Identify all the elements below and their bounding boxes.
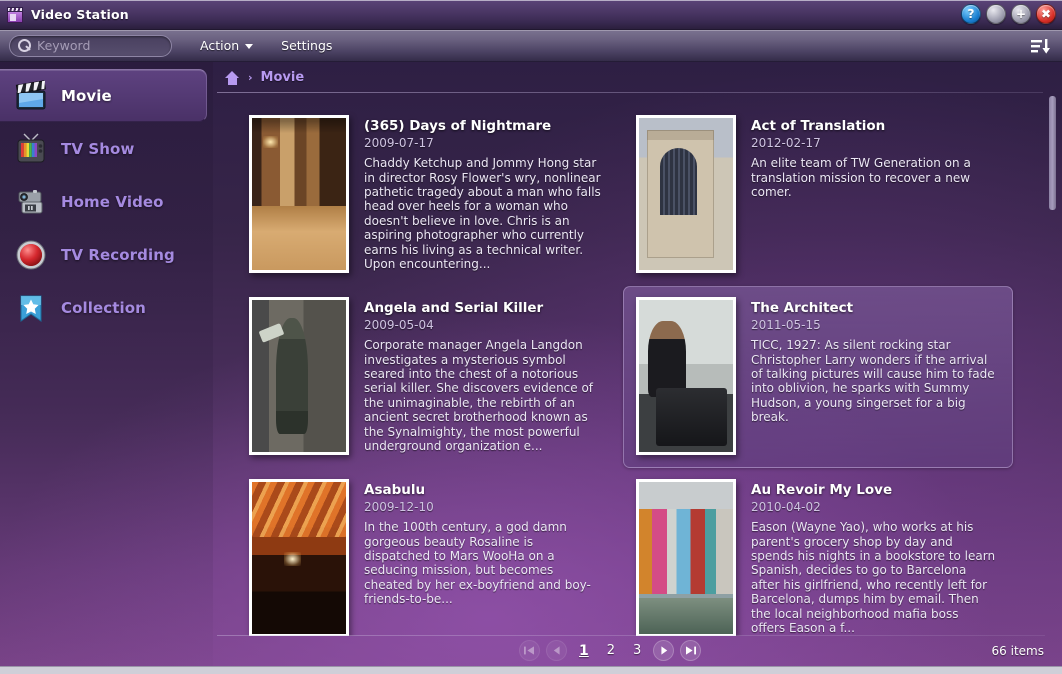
movie-description: Corporate manager Angela Langdon investi… [364,338,594,454]
movie-description: Chaddy Ketchup and Jommy Hong star in di… [364,156,601,272]
movie-card-selected[interactable]: The Architect 2011-05-15 TICC, 1927: As … [623,286,1013,468]
movie-date: 2010-04-02 [751,500,821,515]
search-box[interactable] [9,34,172,57]
page-number-2[interactable]: 2 [607,643,615,658]
movie-title: The Architect [751,300,854,316]
movie-description: An elite team of TW Generation on a tran… [751,156,971,199]
television-icon [14,132,48,166]
first-page-button[interactable] [519,640,540,661]
video-station-icon [6,6,24,24]
sort-descending-icon[interactable] [1028,35,1054,57]
record-button-icon [14,238,48,272]
movie-card[interactable]: Au Revoir My Love 2010-04-02 Eason (Wayn… [623,468,1013,636]
sidebar-item-movie[interactable]: Movie [0,69,207,122]
sidebar: Movie TV Show Home Video TV Recording Co… [0,62,213,666]
movie-card[interactable]: Angela and Serial Killer 2009-05-04 Corp… [236,286,613,468]
breadcrumb-current[interactable]: Movie [261,70,305,85]
movie-date: 2012-02-17 [751,136,821,151]
movie-description: TICC, 1927: As silent rocking star Chris… [751,338,995,425]
breadcrumb-separator: › [248,71,253,84]
movie-poster[interactable] [249,115,349,273]
window-title: Video Station [31,7,129,22]
toolbar: Action Settings [0,30,1062,62]
movie-card[interactable]: Act of Translation 2012-02-17 An elite t… [623,104,1013,286]
colorful-canal-houses-photo [639,482,733,634]
sidebar-item-label: TV Show [61,139,135,158]
movie-title: (365) Days of Nightmare [364,118,552,134]
breadcrumb: › Movie [213,62,1062,93]
movie-poster[interactable] [249,479,349,636]
video-station-window: Video Station ? + ✖ Action Settings [0,0,1062,674]
search-input[interactable] [37,38,157,53]
vertical-scrollbar[interactable] [1048,96,1056,632]
movie-title: Asabulu [364,482,426,498]
movie-poster[interactable] [636,115,736,273]
sidebar-item-collection[interactable]: Collection [0,281,213,334]
action-menu-label: Action [200,38,240,53]
clapperboard-icon [14,79,48,113]
home-icon[interactable] [225,70,240,85]
sidebar-item-tv-recording[interactable]: TV Recording [0,228,213,281]
sidebar-item-label: TV Recording [61,245,175,264]
settings-button[interactable]: Settings [267,30,346,62]
movie-date: 2009-05-04 [364,318,434,333]
main-body: Movie TV Show Home Video TV Recording Co… [0,62,1062,667]
sidebar-item-label: Collection [61,298,146,317]
previous-page-button[interactable] [546,640,567,661]
minimize-button[interactable] [986,4,1006,24]
movie-card[interactable]: Asabulu 2009-12-10 In the 100th century,… [236,468,613,636]
movie-poster[interactable] [636,479,736,636]
search-icon [18,39,31,52]
gothic-cathedral-photo [639,118,733,270]
movie-poster[interactable] [636,297,736,455]
close-button[interactable]: ✖ [1036,4,1056,24]
hotel-corridor-photo [252,118,346,270]
pagination-bar: 1 2 3 66 items [213,635,1062,666]
page-number-3[interactable]: 3 [633,643,641,658]
movie-description: Eason (Wayne Yao), who works at his pare… [751,520,996,636]
sidebar-item-home-video[interactable]: Home Video [0,175,213,228]
movie-date: 2011-05-15 [751,318,821,333]
movie-description: In the 100th century, a god damn gorgeou… [364,520,591,607]
camcorder-icon [14,185,48,219]
movie-grid: (365) Days of Nightmare 2009-07-17 Chadd… [213,93,1062,636]
sidebar-item-tv-show[interactable]: TV Show [0,122,213,175]
movie-card[interactable]: (365) Days of Nightmare 2009-07-17 Chadd… [236,104,613,286]
scrollbar-thumb[interactable] [1049,96,1056,210]
bookmark-star-icon [14,291,48,325]
chevron-down-icon [245,44,254,49]
window-controls: ? + ✖ [961,4,1056,24]
content-area: › Movie (365) Days of Nightmare 2009-07-… [213,62,1062,666]
man-at-computer-photo [639,300,733,452]
settings-label: Settings [281,38,333,53]
help-button[interactable]: ? [961,4,981,24]
opera-hall-photo [252,482,346,634]
items-count-label: 66 items [991,643,1044,658]
bronze-statue-photo [252,300,346,452]
movie-date: 2009-12-10 [364,500,434,515]
movie-date: 2009-07-17 [364,136,434,151]
movie-poster[interactable] [249,297,349,455]
next-page-button[interactable] [653,640,675,661]
movie-title: Angela and Serial Killer [364,300,544,316]
action-menu-button[interactable]: Action [186,30,267,62]
title-bar: Video Station ? + ✖ [0,0,1062,30]
maximize-button[interactable]: + [1011,4,1031,24]
sidebar-item-label: Movie [61,86,112,105]
page-number-1[interactable]: 1 [579,643,589,659]
last-page-button[interactable] [680,640,702,661]
sidebar-item-label: Home Video [61,192,164,211]
movie-title: Act of Translation [751,118,886,134]
movie-title: Au Revoir My Love [751,482,893,498]
